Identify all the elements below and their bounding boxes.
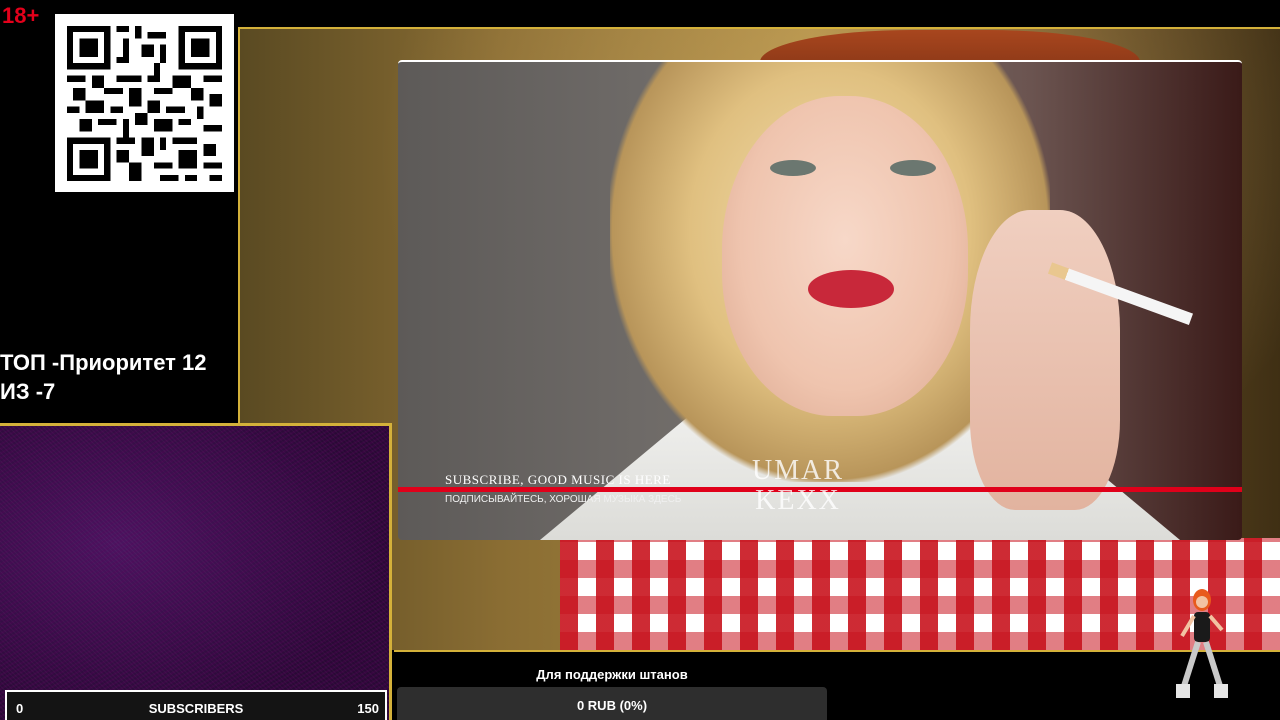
portrait-eye-left (770, 160, 816, 176)
priority-info: ТОП -Приоритет 12 ИЗ -7 (0, 348, 240, 406)
video-caption-english: SUBSCRIBE, GOOD MUSIC IS HERE (445, 472, 671, 487)
portrait-face (722, 96, 968, 416)
subscribers-label: SUBSCRIBERS (148, 701, 244, 716)
donation-value: 0 RUB (0%) (576, 698, 648, 713)
portrait-hand (970, 210, 1120, 510)
qr-code-icon (67, 26, 222, 181)
dancing-figure-icon (1176, 589, 1228, 698)
portrait-eye-right (890, 160, 936, 176)
video-caption-russian: ПОДПИСЫВАЙТЕСЬ, ХОРОШАЯ МУЗЫКА ЗДЕСЬ (445, 494, 682, 505)
priority-line-2: ИЗ -7 (0, 379, 56, 404)
donation-progress-bar: 0 RUB (0%) (397, 687, 827, 720)
donation-title: Для поддержки штанов (536, 667, 688, 682)
video-watermark: UMAR KEXX (752, 455, 845, 516)
subscribers-max: 150 (357, 701, 379, 716)
subscribers-goal-bar: 0 SUBSCRIBERS 150 (5, 690, 387, 720)
qr-code[interactable] (55, 14, 234, 192)
priority-line-1: ТОП -Приоритет 12 (0, 350, 207, 375)
portrait-lips (808, 270, 894, 308)
secondary-video-panel (0, 423, 392, 720)
age-rating-badge: 18+ (2, 3, 40, 28)
